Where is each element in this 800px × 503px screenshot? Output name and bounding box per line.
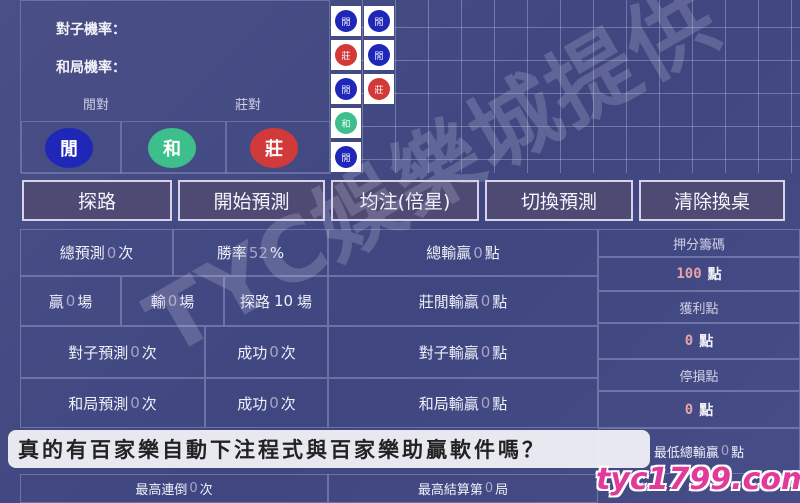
stop-loss-value-cell[interactable]: 0點 — [598, 391, 800, 428]
site-logo: tyc1799.com — [596, 462, 800, 497]
min-total-value: 0 — [720, 443, 730, 459]
tie-success-value: 0 — [269, 394, 279, 412]
success-label: 成功 — [237, 394, 268, 413]
tie-bead: 和 — [335, 112, 357, 134]
road-cell: 閒 — [331, 74, 361, 104]
max-settle-label: 最高結算第 — [417, 483, 483, 498]
stop-loss-value[interactable]: 0 — [685, 402, 693, 418]
pair-success-value: 0 — [269, 343, 279, 361]
unit: 點 — [492, 343, 508, 362]
max-streak-label: 最高連倒 — [135, 483, 188, 498]
player-bead: 閒 — [335, 10, 357, 32]
pair-rate-label: 對子機率： — [56, 22, 126, 38]
profit-label-cell: 獲利點 — [598, 291, 800, 323]
caption-banner: 真的有百家樂自動下注程式與百家樂助贏軟件嗎？ — [8, 430, 650, 468]
stop-loss-label: 停損點 — [679, 369, 719, 385]
banker-bead: 莊 — [335, 44, 357, 66]
player-bead: 閒 — [368, 10, 390, 32]
pair-predict-label: 對子預測 — [68, 343, 129, 362]
clear-table-button[interactable]: 清除換桌 — [639, 180, 785, 221]
total-predict-value: 0 — [106, 243, 117, 262]
banker-bead: 莊 — [368, 78, 390, 100]
tie-predict-label: 和局預測 — [68, 394, 129, 413]
unit: 局 — [495, 483, 509, 498]
bet-tie-button[interactable]: 和 — [148, 128, 196, 168]
unit: 次 — [141, 343, 157, 362]
explore-button[interactable]: 探路 — [22, 180, 172, 221]
banker-player-wl-label: 莊閒輸贏 — [418, 292, 479, 311]
tie-wl-value: 0 — [480, 394, 491, 412]
banker-player-wl-value: 0 — [480, 292, 491, 310]
road-cell: 閒 — [331, 6, 361, 36]
profit-value[interactable]: 0 — [685, 333, 693, 349]
pair-wl-label: 對子輸贏 — [418, 343, 479, 362]
total-win-loss-value: 0 — [473, 243, 483, 262]
road-cell: 莊 — [364, 74, 394, 104]
min-total-label: 最低總輸贏 — [653, 445, 719, 461]
total-predict-label: 總預測 — [59, 244, 105, 262]
tie-predict-cell: 和局預測 0 次 — [20, 378, 205, 428]
max-settle-cell: 最高結算第 0 局 — [328, 474, 598, 503]
unit: 點 — [707, 267, 722, 283]
banker-player-wl-cell: 莊閒輸贏 0 點 — [328, 276, 598, 326]
pair-wl-value: 0 — [480, 343, 491, 361]
tie-rate-label: 和局機率： — [56, 60, 126, 76]
bet-chips-label-cell: 押分籌碼 — [598, 229, 800, 257]
unit: 次 — [280, 394, 296, 413]
player-pair-label: 閒對 — [83, 98, 110, 113]
max-settle-value: 0 — [484, 481, 494, 496]
unit: 點 — [492, 394, 508, 413]
unit: 點 — [484, 244, 500, 262]
bet-banker-button[interactable]: 莊 — [250, 128, 298, 168]
bet-chips-label: 押分籌碼 — [672, 237, 725, 253]
bet-player-button[interactable]: 閒 — [45, 128, 93, 168]
pair-wl-cell: 對子輸贏 0 點 — [328, 326, 598, 378]
unit: 次 — [280, 343, 296, 362]
profit-label: 獲利點 — [679, 301, 719, 317]
road-cell: 閒 — [364, 40, 394, 70]
pair-predict-value: 0 — [130, 343, 140, 361]
win-label: 贏 — [48, 292, 64, 311]
unit: 點 — [699, 402, 714, 419]
player-bead: 閒 — [368, 44, 390, 66]
profit-value-cell[interactable]: 0點 — [598, 323, 800, 359]
max-streak-cell: 最高連倒 0 次 — [20, 474, 328, 503]
unit: 次 — [199, 483, 213, 498]
tie-wl-cell: 和局輸贏 0 點 — [328, 378, 598, 428]
unit: 場 — [77, 292, 93, 311]
tie-predict-value: 0 — [130, 394, 140, 412]
player-bead: 閒 — [335, 78, 357, 100]
road-cell: 莊 — [331, 40, 361, 70]
unit: 點 — [731, 445, 745, 461]
tie-wl-label: 和局輸贏 — [418, 394, 479, 413]
stop-loss-label-cell: 停損點 — [598, 359, 800, 391]
banker-pair-label: 莊對 — [235, 98, 262, 113]
unit: 點 — [699, 334, 714, 350]
win-value: 0 — [65, 292, 76, 310]
unit: 次 — [118, 244, 134, 262]
total-win-loss-label: 總輸贏 — [426, 244, 472, 262]
bet-chips-value[interactable]: 100 — [676, 266, 701, 282]
max-streak-value: 0 — [189, 481, 198, 496]
tie-success-cell: 成功 0 次 — [205, 378, 328, 428]
unit: 點 — [492, 292, 508, 311]
bet-chips-value-cell[interactable]: 100 點 — [598, 257, 800, 291]
road-cell: 閒 — [364, 6, 394, 36]
unit: 次 — [141, 394, 157, 413]
win-count-cell: 贏0場 — [20, 276, 121, 326]
